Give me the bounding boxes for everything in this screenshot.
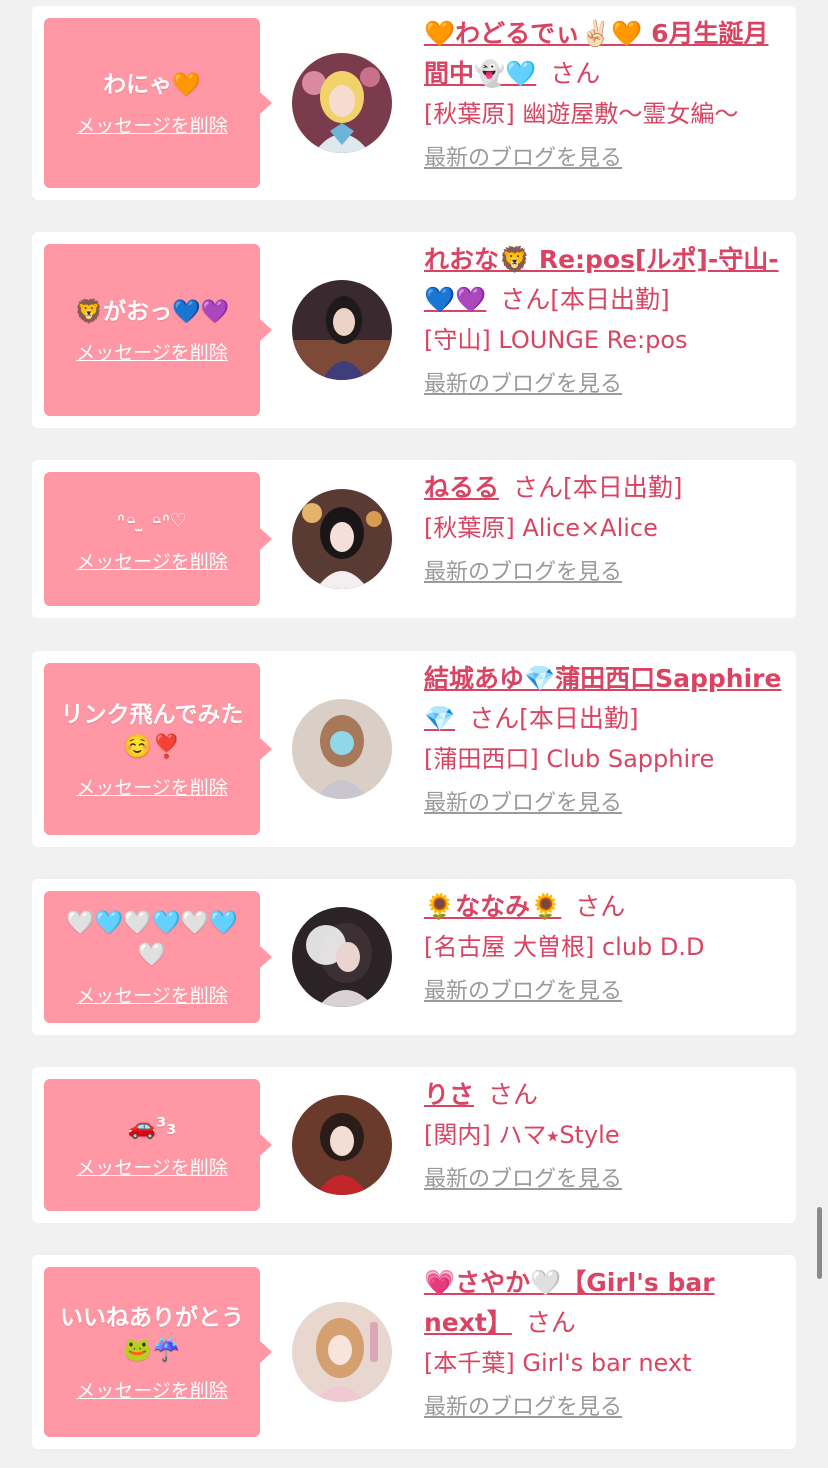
cast-avatar[interactable] xyxy=(292,280,392,380)
san-suffix: さん xyxy=(500,285,551,314)
message-bubble: リンク飛んでみた☺️❣️ メッセージを削除 xyxy=(44,663,272,835)
latest-blog-link[interactable]: 最新のブログを見る xyxy=(424,1165,622,1195)
message-text: 🚗³₃ xyxy=(127,1113,177,1140)
latest-blog-link[interactable]: 最新のブログを見る xyxy=(424,558,622,588)
cast-avatar[interactable] xyxy=(292,1095,392,1195)
avatar-photo-icon xyxy=(292,489,392,589)
message-text: わにゃ🧡 xyxy=(103,71,201,98)
message-text: リンク飛んでみた☺️❣️ xyxy=(60,701,244,760)
attendance-status: [本日出勤] xyxy=(519,704,639,733)
cast-info: 💗さやか🤍【Girl's bar next】 さん [本千葉] Girl's ba… xyxy=(424,1263,786,1423)
san-suffix: さん xyxy=(513,473,564,502)
message-bubble: いいねありがとう🐸☔️ メッセージを削除 xyxy=(44,1267,272,1437)
message-card: 🤍🩵🤍🩵🤍🩵🤍 メッセージを削除 🌻ななみ🌻 さん [名古屋 大曽根] club … xyxy=(32,879,796,1035)
avatar-photo-icon xyxy=(292,1095,392,1195)
san-suffix: さん xyxy=(469,704,520,733)
message-card: ᐢ◦̵ ̫ ◦̵ᐢ♡ メッセージを削除 ねるる さん[本日出勤] [秋葉原] Al… xyxy=(32,460,796,618)
latest-blog-link[interactable]: 最新のブログを見る xyxy=(424,370,622,400)
avatar-photo-icon xyxy=(292,53,392,153)
latest-blog-link[interactable]: 最新のブログを見る xyxy=(424,144,622,174)
delete-message-link[interactable]: メッセージを削除 xyxy=(76,338,228,365)
cast-avatar[interactable] xyxy=(292,489,392,589)
shop-name: [本千葉] Girl's bar next xyxy=(424,1349,692,1377)
san-suffix: さん xyxy=(525,1308,576,1337)
message-bubble: わにゃ🧡 メッセージを削除 xyxy=(44,18,272,188)
message-bubble: 🚗³₃ メッセージを削除 xyxy=(44,1079,272,1211)
avatar-photo-icon xyxy=(292,280,392,380)
shop-name: [秋葉原] 幽遊屋敷〜霊女編〜 xyxy=(424,100,739,128)
shop-name: [守山] LOUNGE Re:pos xyxy=(424,326,688,354)
shop-name: [名古屋 大曽根] club D.D xyxy=(424,933,705,961)
cast-name-line: りさ さん xyxy=(424,1075,786,1115)
latest-blog-link[interactable]: 最新のブログを見る xyxy=(424,1393,622,1423)
message-text: いいねありがとう🐸☔️ xyxy=(60,1304,244,1363)
shop-name: [蒲田西口] Club Sapphire xyxy=(424,745,715,773)
message-card: 🚗³₃ メッセージを削除 りさ さん [関内] ハマ⭑Style 最新のブログを見… xyxy=(32,1067,796,1223)
message-text: 🤍🩵🤍🩵🤍🩵🤍 xyxy=(66,909,238,968)
cast-name-line: れおな🦁 Re:pos[ルポ]-守山-💙💜 さん[本日出勤] xyxy=(424,240,786,320)
cast-info: ねるる さん[本日出勤] [秋葉原] Alice×Alice 最新のブログを見る xyxy=(424,468,786,588)
cast-avatar[interactable] xyxy=(292,1302,392,1402)
message-text: ᐢ◦̵ ̫ ◦̵ᐢ♡ xyxy=(117,509,187,532)
avatar-photo-icon xyxy=(292,699,392,799)
cast-name-link[interactable]: 🌻ななみ🌻 xyxy=(424,892,561,921)
shop-name: [関内] ハマ⭑Style xyxy=(424,1121,620,1149)
latest-blog-link[interactable]: 最新のブログを見る xyxy=(424,789,622,819)
cast-info: りさ さん [関内] ハマ⭑Style 最新のブログを見る xyxy=(424,1075,786,1195)
cast-info: れおな🦁 Re:pos[ルポ]-守山-💙💜 さん[本日出勤] [守山] LOUNG… xyxy=(424,240,786,400)
message-bubble: 🦁がおっ💙💜 メッセージを削除 xyxy=(44,244,272,416)
cast-name-line: 🧡わどるでぃ✌🏻🧡 6月生誕月間中👻🩵 さん xyxy=(424,14,786,94)
shop-name: [秋葉原] Alice×Alice xyxy=(424,514,658,542)
cast-name-line: 💗さやか🤍【Girl's bar next】 さん xyxy=(424,1263,786,1343)
cast-avatar[interactable] xyxy=(292,53,392,153)
san-suffix: さん xyxy=(550,59,601,88)
delete-message-link[interactable]: メッセージを削除 xyxy=(76,773,228,800)
cast-name-line: ねるる さん[本日出勤] xyxy=(424,468,786,508)
latest-blog-link[interactable]: 最新のブログを見る xyxy=(424,977,622,1007)
delete-message-link[interactable]: メッセージを削除 xyxy=(76,111,228,138)
san-suffix: さん xyxy=(575,892,626,921)
message-card: わにゃ🧡 メッセージを削除 🧡わどるでぃ✌🏻🧡 6月生誕月間中👻🩵 さん [秋葉原… xyxy=(32,6,796,200)
cast-info: 🌻ななみ🌻 さん [名古屋 大曽根] club D.D 最新のブログを見る xyxy=(424,887,786,1007)
message-card: いいねありがとう🐸☔️ メッセージを削除 💗さやか🤍【Girl's bar ne… xyxy=(32,1255,796,1449)
message-card: 🦁がおっ💙💜 メッセージを削除 れおな🦁 Re:pos[ルポ]-守山-💙💜 さん[… xyxy=(32,232,796,428)
cast-name-line: 結城あゆ💎蒲田西口Sapphire💎 さん[本日出勤] xyxy=(424,659,786,739)
scrollbar[interactable] xyxy=(817,1207,822,1279)
message-text: 🦁がおっ💙💜 xyxy=(74,298,230,325)
avatar-photo-icon xyxy=(292,907,392,1007)
attendance-status: [本日出勤] xyxy=(563,473,683,502)
attendance-status: [本日出勤] xyxy=(550,285,670,314)
cast-avatar[interactable] xyxy=(292,699,392,799)
message-bubble: ᐢ◦̵ ̫ ◦̵ᐢ♡ メッセージを削除 xyxy=(44,472,272,606)
delete-message-link[interactable]: メッセージを削除 xyxy=(76,1153,228,1180)
san-suffix: さん xyxy=(488,1080,539,1109)
cast-name-link[interactable]: りさ xyxy=(424,1080,474,1109)
delete-message-link[interactable]: メッセージを削除 xyxy=(76,1376,228,1403)
cast-info: 結城あゆ💎蒲田西口Sapphire💎 さん[本日出勤] [蒲田西口] Club S… xyxy=(424,659,786,819)
message-card: リンク飛んでみた☺️❣️ メッセージを削除 結城あゆ💎蒲田西口Sapphire💎… xyxy=(32,651,796,847)
avatar-photo-icon xyxy=(292,1302,392,1402)
cast-avatar[interactable] xyxy=(292,907,392,1007)
message-bubble: 🤍🩵🤍🩵🤍🩵🤍 メッセージを削除 xyxy=(44,891,272,1023)
cast-info: 🧡わどるでぃ✌🏻🧡 6月生誕月間中👻🩵 さん [秋葉原] 幽遊屋敷〜霊女編〜 最新… xyxy=(424,14,786,174)
cast-name-line: 🌻ななみ🌻 さん xyxy=(424,887,786,927)
cast-name-link[interactable]: ねるる xyxy=(424,473,499,502)
delete-message-link[interactable]: メッセージを削除 xyxy=(76,981,228,1008)
delete-message-link[interactable]: メッセージを削除 xyxy=(76,547,228,574)
